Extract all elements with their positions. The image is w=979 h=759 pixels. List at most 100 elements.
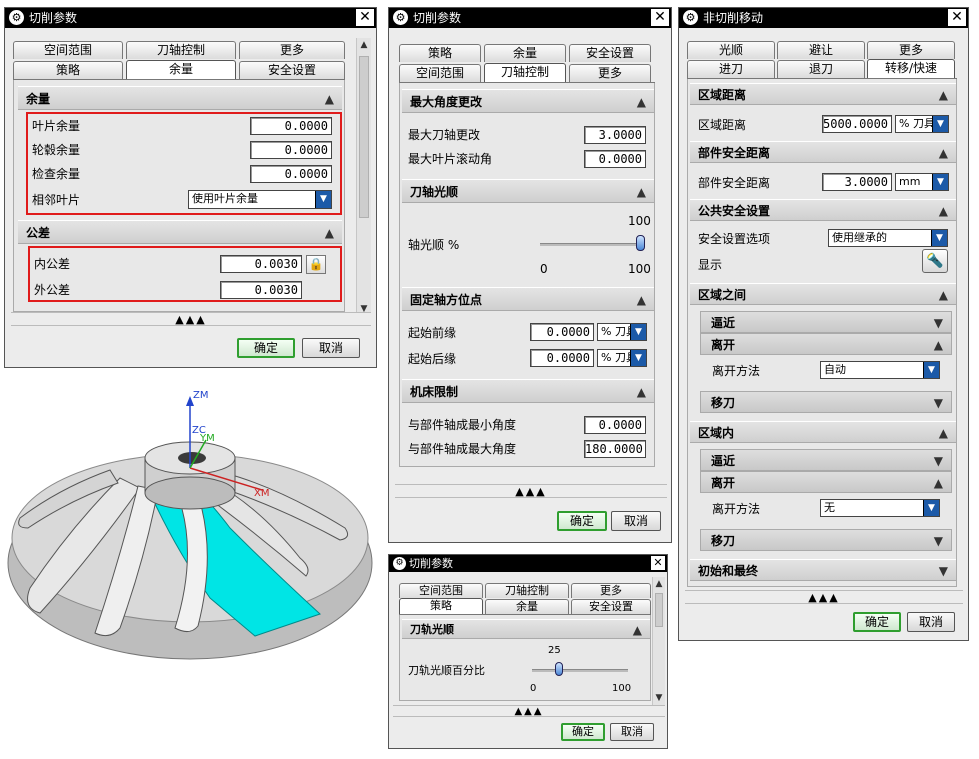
collapse-more-button[interactable]: ▲▲▲: [685, 590, 963, 604]
section-region-distance[interactable]: 区域距离 ▲: [690, 83, 956, 105]
title-bar[interactable]: ⚙ 切削参数 ✕: [5, 8, 376, 28]
start-leading-unit[interactable]: % 刀具 ▼: [597, 323, 647, 341]
scroll-thumb[interactable]: [359, 56, 369, 218]
chevron-down-icon[interactable]: ▼: [630, 350, 646, 366]
blade-stock-input[interactable]: 0.0000: [250, 117, 332, 135]
chevron-down-icon[interactable]: ▼: [923, 362, 939, 378]
tab-allowance[interactable]: 余量: [126, 60, 236, 80]
check-stock-input[interactable]: 0.0000: [250, 165, 332, 183]
region-distance-input[interactable]: 5000.0000: [822, 115, 892, 133]
departure-method-select[interactable]: 自动 ▼: [820, 361, 940, 379]
tab-safety[interactable]: 安全设置: [569, 44, 651, 62]
section-common-clearance[interactable]: 公共安全设置 ▲: [690, 199, 956, 221]
cancel-button[interactable]: 取消: [611, 511, 661, 531]
cancel-button[interactable]: 取消: [302, 338, 360, 358]
subgroup-traverse[interactable]: 移刀 ▼: [700, 391, 952, 413]
ok-button[interactable]: 确定: [853, 612, 901, 632]
path-smooth-track[interactable]: [532, 669, 628, 672]
tab-allowance[interactable]: 余量: [484, 44, 566, 62]
section-initial-final[interactable]: 初始和最终 ▼: [690, 559, 956, 581]
section-between-regions[interactable]: 区域之间 ▲: [690, 283, 956, 305]
section-within-region[interactable]: 区域内 ▲: [690, 421, 956, 443]
chevron-down-icon[interactable]: ▼: [932, 174, 948, 190]
scroll-thumb[interactable]: [655, 593, 663, 627]
tab-more[interactable]: 更多: [571, 583, 651, 598]
tab-space-range[interactable]: 空间范围: [399, 64, 481, 82]
collapse-more-button[interactable]: ▲▲▲: [11, 312, 371, 326]
collapse-more-button[interactable]: ▲▲▲: [395, 484, 667, 498]
vertical-scrollbar[interactable]: ▲ ▼: [652, 577, 665, 705]
tab-transfer-rapid[interactable]: 转移/快速: [867, 59, 955, 79]
section-tolerance[interactable]: 公差 ▲: [18, 220, 342, 244]
outtol-input[interactable]: 0.0030: [220, 281, 302, 299]
tab-safety[interactable]: 安全设置: [571, 599, 651, 614]
scroll-up-icon[interactable]: ▲: [357, 40, 371, 50]
cancel-button[interactable]: 取消: [610, 723, 654, 741]
impeller-model-view[interactable]: ZM ZC YM XM: [0, 378, 382, 678]
tab-more[interactable]: 更多: [239, 41, 345, 59]
section-part-safe-clearance[interactable]: 部件安全距离 ▲: [690, 141, 956, 163]
section-allowance[interactable]: 余量 ▲: [18, 86, 342, 110]
tab-retract[interactable]: 退刀: [777, 60, 865, 78]
start-trailing-unit[interactable]: % 刀具 ▼: [597, 349, 647, 367]
subgroup-departure-2[interactable]: 离开 ▲: [700, 471, 952, 493]
chevron-down-icon[interactable]: ▼: [630, 324, 646, 340]
section-axis-smooth[interactable]: 刀轴光顺 ▲: [402, 179, 654, 203]
adjacent-blade-select[interactable]: 使用叶片余量 ▼: [188, 190, 332, 209]
flashlight-icon[interactable]: 🔦: [922, 249, 948, 273]
close-icon[interactable]: ✕: [356, 9, 374, 26]
ok-button[interactable]: 确定: [557, 511, 607, 531]
tab-allowance[interactable]: 余量: [485, 599, 569, 614]
tab-tool-axis[interactable]: 刀轴控制: [126, 41, 236, 59]
chevron-down-icon[interactable]: ▼: [932, 116, 948, 132]
vertical-scrollbar[interactable]: ▲ ▼: [356, 38, 371, 316]
clearance-option-select[interactable]: 使用继承的 ▼: [828, 229, 948, 247]
subgroup-traverse-2[interactable]: 移刀 ▼: [700, 529, 952, 551]
tab-more[interactable]: 更多: [569, 64, 651, 82]
region-distance-unit[interactable]: % 刀具 ▼: [895, 115, 949, 133]
axis-smooth-track[interactable]: [540, 243, 642, 246]
subgroup-departure[interactable]: 离开 ▲: [700, 333, 952, 355]
tab-strategy[interactable]: 策略: [13, 61, 123, 79]
tab-tool-axis[interactable]: 刀轴控制: [484, 63, 566, 83]
tab-tool-axis[interactable]: 刀轴控制: [485, 583, 569, 598]
chevron-down-icon[interactable]: ▼: [315, 191, 331, 208]
part-safe-input[interactable]: 3.0000: [822, 173, 892, 191]
tab-smooth[interactable]: 光顺: [687, 41, 775, 59]
tab-strategy[interactable]: 策略: [399, 44, 481, 62]
min-angle-input[interactable]: 0.0000: [584, 416, 646, 434]
tab-more[interactable]: 更多: [867, 41, 955, 59]
close-icon[interactable]: ✕: [948, 9, 966, 26]
chevron-down-icon[interactable]: ▼: [931, 230, 947, 246]
section-max-angle[interactable]: 最大角度更改 ▲: [402, 89, 654, 113]
tab-engage[interactable]: 进刀: [687, 60, 775, 78]
axis-smooth-thumb[interactable]: [636, 235, 645, 251]
max-angle-input[interactable]: 180.0000: [584, 440, 646, 458]
tab-safety[interactable]: 安全设置: [239, 61, 345, 79]
title-bar[interactable]: ⚙ 切削参数 ✕: [389, 8, 671, 28]
cancel-button[interactable]: 取消: [907, 612, 955, 632]
section-fixed-axis[interactable]: 固定轴方位点 ▲: [402, 287, 654, 311]
tab-strategy[interactable]: 策略: [399, 598, 483, 614]
section-path-smooth[interactable]: 刀轨光顺 ▲: [402, 619, 650, 639]
scroll-up-icon[interactable]: ▲: [653, 579, 665, 589]
tab-space-range[interactable]: 空间范围: [399, 583, 483, 598]
start-trailing-input[interactable]: 0.0000: [530, 349, 594, 367]
close-icon[interactable]: ✕: [651, 556, 665, 570]
collapse-more-button[interactable]: ▲▲▲: [393, 705, 665, 717]
start-leading-input[interactable]: 0.0000: [530, 323, 594, 341]
subgroup-approach-2[interactable]: 逼近 ▼: [700, 449, 952, 471]
part-safe-unit[interactable]: mm ▼: [895, 173, 949, 191]
scroll-down-icon[interactable]: ▼: [653, 693, 665, 703]
subgroup-approach[interactable]: 逼近 ▼: [700, 311, 952, 333]
ok-button[interactable]: 确定: [561, 723, 605, 741]
chevron-down-icon[interactable]: ▼: [923, 500, 939, 516]
lock-icon[interactable]: 🔒: [306, 255, 326, 274]
ok-button[interactable]: 确定: [237, 338, 295, 358]
hub-stock-input[interactable]: 0.0000: [250, 141, 332, 159]
title-bar[interactable]: ⚙ 非切削移动 ✕: [679, 8, 968, 28]
section-machine-limit[interactable]: 机床限制 ▲: [402, 379, 654, 403]
max-axis-change-input[interactable]: 3.0000: [584, 126, 646, 144]
tab-space-range[interactable]: 空间范围: [13, 41, 123, 59]
max-blade-roll-input[interactable]: 0.0000: [584, 150, 646, 168]
